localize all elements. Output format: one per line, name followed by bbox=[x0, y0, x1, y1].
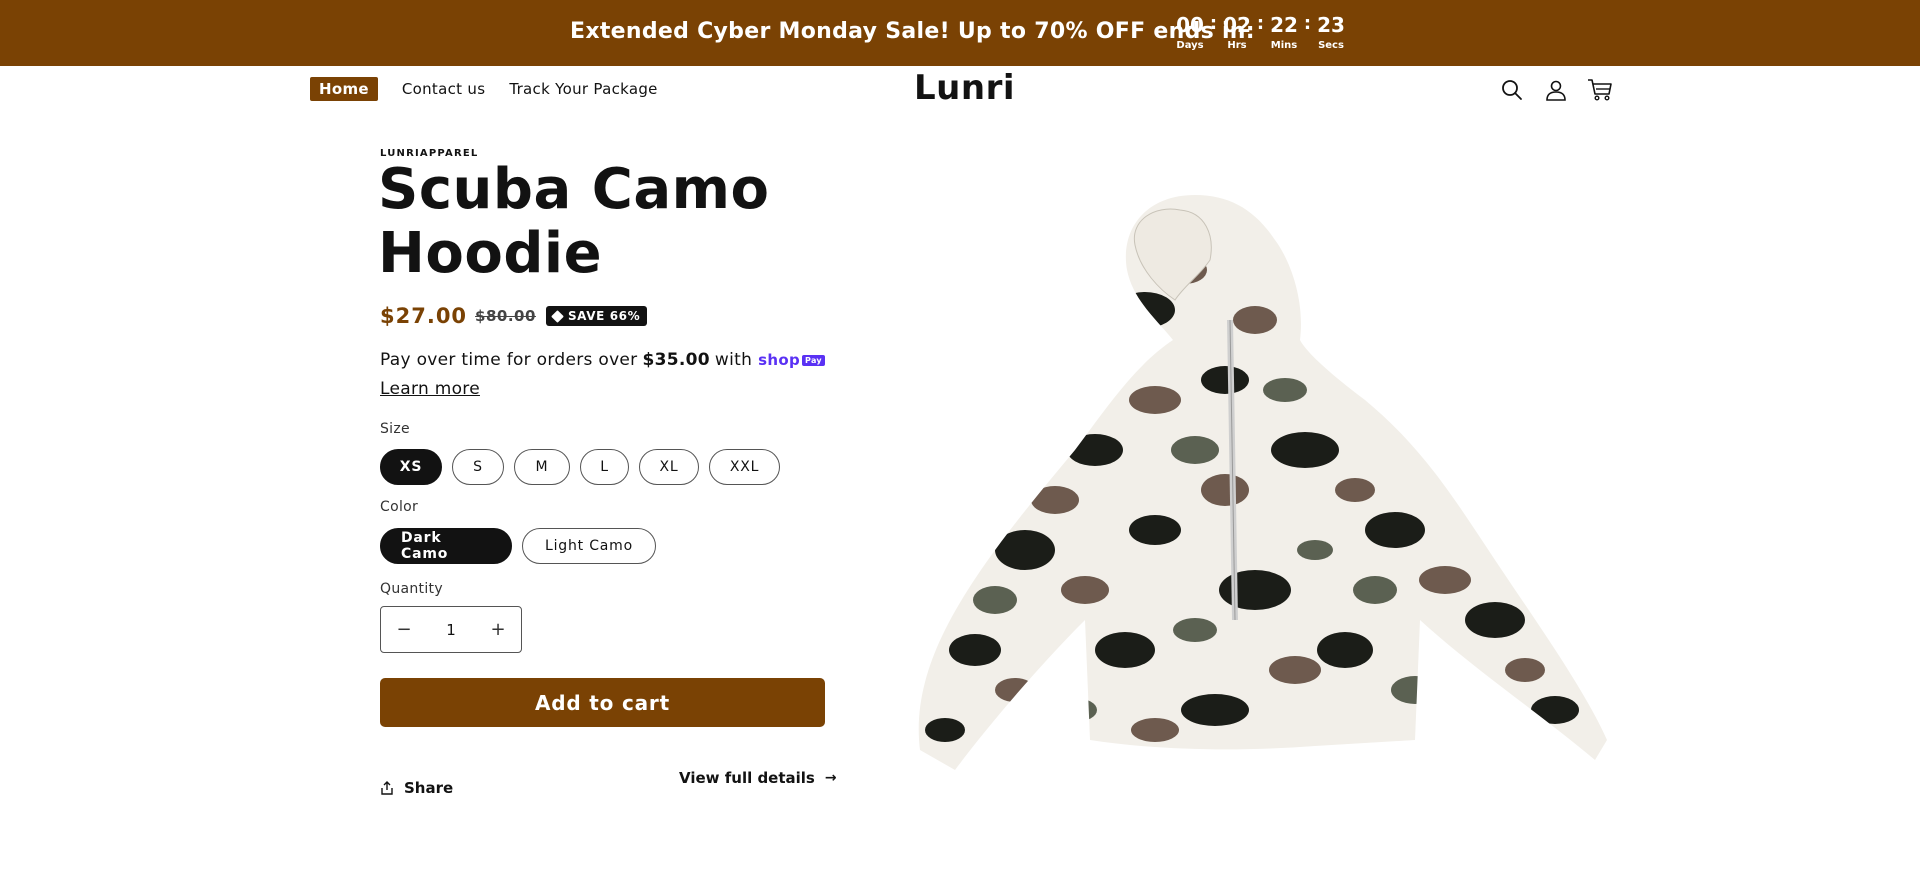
nav-link-contact[interactable]: Contact us bbox=[402, 80, 485, 98]
countdown-separator: : bbox=[1256, 13, 1265, 34]
regular-price: $80.00 bbox=[475, 307, 536, 325]
size-options: XS S M L XL XXL bbox=[380, 449, 790, 485]
size-option-xl[interactable]: XL bbox=[639, 449, 699, 485]
installments-message: Pay over time for orders over $35.00 wit… bbox=[380, 350, 825, 370]
countdown-seconds-label: Secs bbox=[1318, 40, 1344, 51]
countdown-days-value: 00 bbox=[1176, 13, 1204, 37]
countdown-minutes: 22 Mins bbox=[1266, 14, 1302, 51]
color-label: Color bbox=[380, 499, 419, 515]
size-option-l[interactable]: L bbox=[580, 449, 629, 485]
product-title: Scuba Camo Hoodie bbox=[378, 157, 770, 286]
sale-price: $27.00 bbox=[380, 304, 468, 328]
installments-prefix: Pay over time for orders over bbox=[380, 350, 638, 370]
site-logo[interactable]: Lunri bbox=[914, 68, 1015, 108]
save-badge-label: SAVE 66% bbox=[567, 309, 641, 323]
countdown-hours-label: Hrs bbox=[1227, 40, 1247, 51]
shop-pay-logo: shop Pay bbox=[758, 351, 825, 369]
tag-icon bbox=[551, 309, 564, 323]
color-option-light-camo[interactable]: Light Camo bbox=[522, 528, 656, 564]
nav-link-track-package[interactable]: Track Your Package bbox=[509, 80, 657, 98]
countdown-hours: 02 Hrs bbox=[1219, 14, 1255, 51]
price-row: $27.00 $80.00 SAVE 66% bbox=[380, 304, 648, 328]
countdown-seconds-value: 23 bbox=[1317, 13, 1345, 37]
color-options: Dark Camo Light Camo bbox=[380, 528, 666, 564]
quantity-input[interactable] bbox=[431, 620, 471, 639]
countdown-separator: : bbox=[1303, 13, 1312, 34]
countdown-seconds: 23 Secs bbox=[1313, 14, 1349, 51]
countdown-separator: : bbox=[1209, 13, 1218, 34]
cart-icon[interactable] bbox=[1586, 76, 1614, 104]
color-option-dark-camo[interactable]: Dark Camo bbox=[380, 528, 512, 564]
quantity-decrease-button[interactable]: − bbox=[381, 607, 427, 652]
header-icons bbox=[1498, 76, 1630, 104]
size-option-xs[interactable]: XS bbox=[380, 449, 442, 485]
shop-pay-logo-text: shop bbox=[758, 351, 801, 369]
quantity-increase-button[interactable]: + bbox=[475, 607, 521, 652]
shop-pay-badge: Pay bbox=[802, 354, 825, 366]
quantity-label: Quantity bbox=[380, 581, 443, 597]
countdown-timer: 00 Days : 02 Hrs : 22 Mins : 23 Secs bbox=[1172, 13, 1349, 52]
quantity-stepper: − + bbox=[380, 606, 522, 653]
installments-amount: $35.00 bbox=[642, 350, 710, 370]
add-to-cart-button[interactable]: Add to cart bbox=[380, 678, 825, 727]
countdown-days: 00 Days bbox=[1172, 14, 1208, 51]
announcement-bar: Extended Cyber Monday Sale! Up to 70% OF… bbox=[0, 0, 1920, 66]
share-button[interactable]: Share bbox=[380, 779, 453, 797]
countdown-days-label: Days bbox=[1176, 40, 1204, 51]
size-label: Size bbox=[380, 421, 410, 437]
save-badge: SAVE 66% bbox=[545, 306, 648, 326]
countdown-minutes-label: Mins bbox=[1270, 40, 1298, 51]
arrow-right-icon: → bbox=[824, 770, 837, 786]
share-label: Share bbox=[404, 779, 454, 797]
site-header: Home Contact us Track Your Package Lunri bbox=[0, 66, 1920, 112]
size-option-m[interactable]: M bbox=[514, 449, 570, 485]
size-option-s[interactable]: S bbox=[452, 449, 504, 485]
announcement-text: Extended Cyber Monday Sale! Up to 70% OF… bbox=[570, 19, 1255, 44]
search-icon[interactable] bbox=[1498, 76, 1526, 104]
countdown-hours-value: 02 bbox=[1223, 13, 1251, 37]
countdown-minutes-value: 22 bbox=[1270, 13, 1298, 37]
size-option-xxl[interactable]: XXL bbox=[709, 449, 780, 485]
installments-suffix: with bbox=[714, 350, 753, 370]
account-icon[interactable] bbox=[1542, 76, 1570, 104]
main-nav: Home Contact us Track Your Package bbox=[310, 77, 682, 101]
view-full-details-label: View full details bbox=[679, 769, 815, 787]
share-icon bbox=[381, 781, 393, 795]
nav-link-home[interactable]: Home bbox=[310, 77, 378, 101]
learn-more-link[interactable]: Learn more bbox=[380, 379, 480, 399]
product-image[interactable] bbox=[895, 150, 1610, 790]
view-full-details-link[interactable]: View full details → bbox=[679, 769, 837, 787]
